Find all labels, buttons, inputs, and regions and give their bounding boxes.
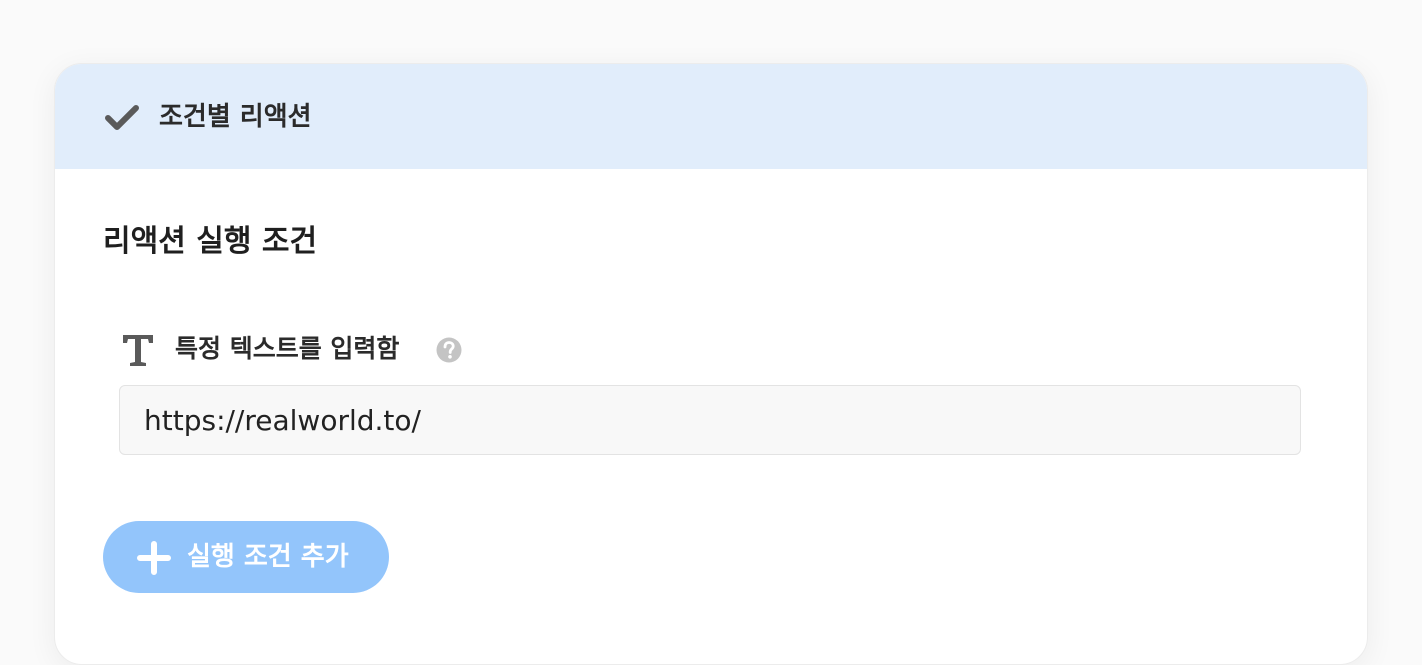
conditional-reaction-card: 조건별 리액션 리액션 실행 조건 특정 텍스트를 입력함 실행 조건 추가 bbox=[54, 63, 1368, 665]
card-header[interactable]: 조건별 리액션 bbox=[55, 64, 1367, 169]
plus-icon bbox=[137, 541, 171, 575]
checkmark-icon bbox=[105, 105, 139, 130]
text-type-icon bbox=[123, 335, 153, 366]
question-circle-icon[interactable] bbox=[436, 337, 462, 363]
add-condition-label: 실행 조건 추가 bbox=[187, 542, 349, 572]
condition-text-input[interactable] bbox=[119, 385, 1301, 455]
section-title: 리액션 실행 조건 bbox=[103, 224, 318, 259]
condition-label: 특정 텍스트를 입력함 bbox=[175, 334, 400, 363]
add-condition-button[interactable]: 실행 조건 추가 bbox=[103, 521, 389, 593]
card-title: 조건별 리액션 bbox=[159, 102, 312, 132]
